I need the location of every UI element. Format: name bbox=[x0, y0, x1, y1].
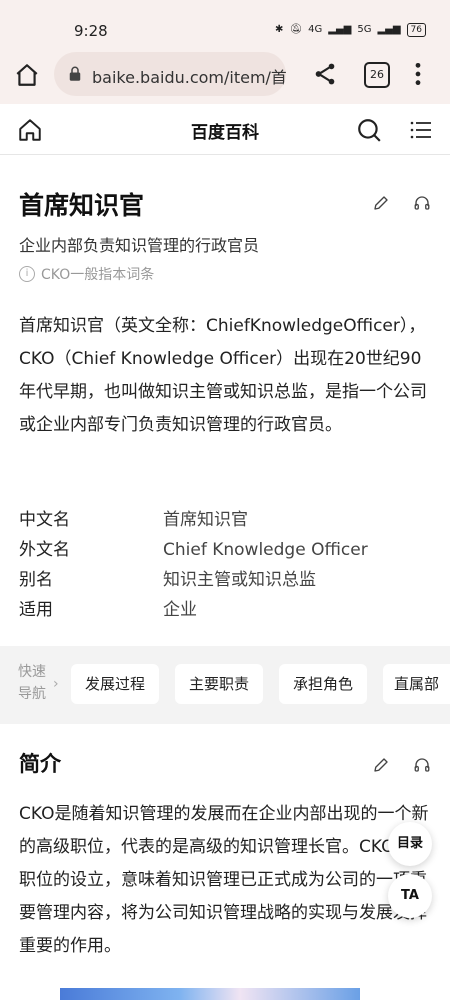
browser-home-icon[interactable] bbox=[14, 62, 40, 88]
chevron-right-icon: › bbox=[53, 676, 59, 692]
status-icons: ✱ 🔕︎ 4G ▂▄▆ 5G ▂▄▆ 76 bbox=[275, 23, 426, 37]
entry-title: 首席知识官 bbox=[19, 191, 145, 220]
info-row: 别名 知识主管或知识总监 bbox=[19, 565, 433, 595]
disambiguation-note[interactable]: i CKO一般指本词条 bbox=[19, 264, 154, 284]
mute-icon: 🔕︎ bbox=[289, 24, 303, 35]
battery-icon: 76 bbox=[406, 23, 426, 37]
share-icon[interactable] bbox=[312, 61, 338, 87]
headphones-icon[interactable] bbox=[413, 194, 431, 212]
info-value: 首席知识官 bbox=[163, 510, 248, 530]
basic-info-box: 中文名 首席知识官 外文名 Chief Knowledge Officer 别名… bbox=[19, 505, 433, 625]
section-headphones-icon[interactable] bbox=[413, 756, 431, 774]
url-text: baike.baidu.com/item/首 bbox=[92, 68, 286, 87]
ta-button[interactable]: TA bbox=[388, 874, 432, 918]
more-options-icon[interactable] bbox=[412, 61, 424, 87]
signal-icon: ▂▄▆ bbox=[328, 24, 352, 35]
entry-subtitle: 企业内部负责知识管理的行政官员 bbox=[19, 236, 260, 255]
network-label-2: 5G bbox=[357, 24, 372, 35]
bluetooth-icon: ✱ bbox=[275, 24, 284, 35]
info-key: 适用 bbox=[19, 600, 53, 620]
toc-button[interactable]: 目录 bbox=[388, 822, 432, 866]
browser-toolbar: baike.baidu.com/item/首 26 bbox=[0, 44, 450, 104]
lock-icon bbox=[69, 66, 81, 81]
signal-icon-2: ▂▄▆ bbox=[377, 24, 401, 35]
section-body: CKO是随着知识管理的发展而在企业内部出现的一个新的高级职位，代表的是高级的知识… bbox=[19, 804, 429, 956]
info-value: 企业 bbox=[163, 600, 197, 620]
info-row: 外文名 Chief Knowledge Officer bbox=[19, 535, 433, 565]
quick-nav-item[interactable]: 直属部 bbox=[383, 664, 450, 704]
quick-nav: 快速导航 › 发展过程 主要职责 承担角色 直属部 bbox=[0, 646, 450, 724]
quick-nav-item[interactable]: 主要职责 bbox=[175, 664, 263, 704]
section-title: 简介 bbox=[19, 752, 61, 776]
info-value: 知识主管或知识总监 bbox=[163, 570, 316, 590]
disambiguation-text: CKO一般指本词条 bbox=[41, 267, 155, 283]
quick-nav-item[interactable]: 承担角色 bbox=[279, 664, 367, 704]
info-row: 适用 企业 bbox=[19, 595, 433, 625]
info-icon: i bbox=[19, 266, 35, 282]
entry-summary: 首席知识官（英文全称：ChiefKnowledgeOfficer），CKO（Ch… bbox=[19, 316, 427, 435]
site-title: 百度百科 bbox=[191, 123, 259, 143]
info-key: 中文名 bbox=[19, 510, 70, 530]
section-image bbox=[60, 988, 360, 1000]
info-key: 别名 bbox=[19, 570, 53, 590]
search-icon[interactable] bbox=[356, 117, 382, 143]
edit-icon[interactable] bbox=[372, 194, 390, 212]
quick-nav-label: 快速导航 bbox=[18, 664, 46, 702]
info-value: Chief Knowledge Officer bbox=[163, 540, 368, 560]
network-label-1: 4G bbox=[308, 24, 323, 35]
status-bar: 9:28 ✱ 🔕︎ 4G ▂▄▆ 5G ▂▄▆ 76 bbox=[0, 0, 450, 44]
site-header: 百度百科 bbox=[0, 104, 450, 155]
menu-list-icon[interactable] bbox=[409, 118, 433, 142]
info-row: 中文名 首席知识官 bbox=[19, 505, 433, 535]
address-bar[interactable]: baike.baidu.com/item/首 bbox=[54, 52, 286, 96]
section-edit-icon[interactable] bbox=[372, 756, 390, 774]
quick-nav-item[interactable]: 发展过程 bbox=[71, 664, 159, 704]
info-key: 外文名 bbox=[19, 540, 70, 560]
tab-count-button[interactable]: 26 bbox=[364, 62, 390, 88]
status-time: 9:28 bbox=[74, 22, 108, 40]
